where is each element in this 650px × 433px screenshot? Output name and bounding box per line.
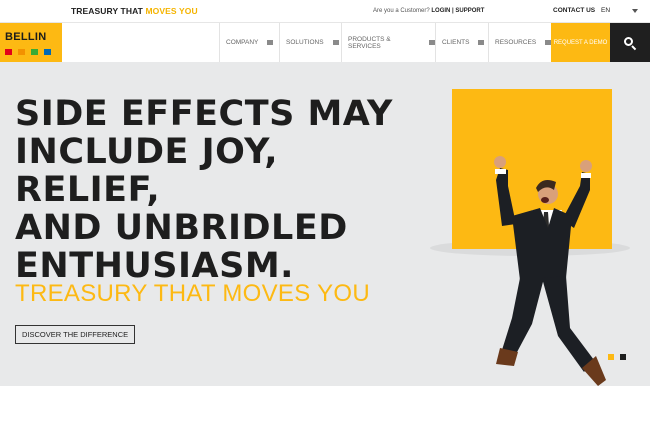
menu-square-icon [332, 40, 339, 45]
search-button[interactable] [610, 23, 650, 62]
headline-line: INCLUDE JOY, RELIEF, [15, 132, 278, 210]
nav-item-label: PRODUCTS & SERVICES [348, 35, 391, 50]
search-icon-handle [631, 45, 637, 51]
nav-item-solutions[interactable]: SOLUTIONS [279, 23, 341, 62]
utility-bar: TREASURY THAT MOVES YOU Are you a Custom… [0, 0, 650, 23]
nav-item-clients[interactable]: CLIENTS [435, 23, 488, 62]
menu-square-icon [478, 40, 485, 45]
menu-square-icon [267, 40, 274, 45]
logo-square-green [31, 49, 38, 55]
contact-us-link[interactable]: CONTACT US [553, 7, 595, 14]
slider-dot-active[interactable] [608, 354, 614, 360]
logo-square-blue [44, 49, 51, 55]
customer-question: Are you a Customer? [373, 8, 430, 14]
hero-headline: SIDE EFFECTS MAY INCLUDE JOY, RELIEF, AN… [15, 95, 435, 285]
language-selector[interactable]: EN [601, 7, 610, 14]
slider-dot[interactable] [620, 354, 626, 360]
logo-square-red [5, 49, 12, 55]
nav-item-company[interactable]: COMPANY [219, 23, 279, 62]
logo-text: BELLIN [5, 31, 47, 43]
customer-links: Are you a Customer? LOGIN | SUPPORT [373, 8, 484, 14]
header-tagline: TREASURY THAT MOVES YOU [71, 6, 198, 16]
nav-item-products-services[interactable]: PRODUCTS & SERVICES [341, 23, 435, 62]
nav-item-label: SOLUTIONS [286, 39, 324, 46]
discover-difference-button[interactable]: DISCOVER THE DIFFERENCE [15, 325, 136, 344]
nav-item-label: RESOURCES [495, 39, 537, 46]
tagline-highlight: MOVES YOU [145, 6, 198, 16]
login-link[interactable]: LOGIN [431, 8, 450, 14]
headline-line: SIDE EFFECTS MAY [15, 94, 393, 134]
chevron-down-icon[interactable] [632, 9, 638, 13]
nav-item-label: COMPANY [226, 39, 259, 46]
hero-banner: SIDE EFFECTS MAY INCLUDE JOY, RELIEF, AN… [0, 62, 650, 386]
celebrating-man-image [494, 156, 606, 386]
support-link[interactable]: SUPPORT [455, 8, 484, 14]
main-navigation: COMPANY SOLUTIONS PRODUCTS & SERVICES CL… [62, 23, 650, 62]
request-demo-button[interactable]: REQUEST A DEMO [551, 23, 610, 62]
hero-subheadline: TREASURY THAT MOVES YOU [15, 280, 370, 307]
nav-item-resources[interactable]: RESOURCES [488, 23, 551, 62]
nav-item-label: CLIENTS [442, 39, 470, 46]
logo-square-orange [18, 49, 25, 55]
bellin-logo[interactable]: BELLIN [0, 23, 62, 62]
headline-line: AND UNBRIDLED [15, 208, 348, 248]
tagline-text: TREASURY THAT [71, 6, 146, 16]
